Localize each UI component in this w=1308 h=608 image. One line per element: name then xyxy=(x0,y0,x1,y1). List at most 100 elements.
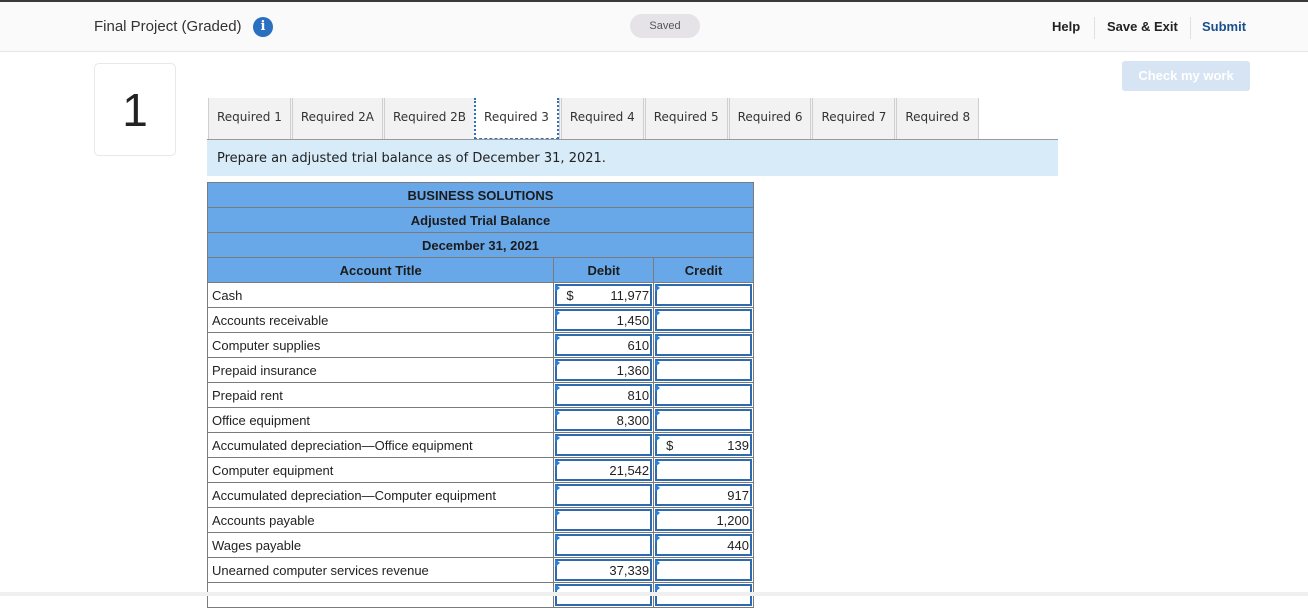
credit-input[interactable] xyxy=(655,309,752,331)
cell-marker-icon xyxy=(555,584,561,592)
debit-cell: 8,300 xyxy=(553,407,655,433)
table-row: Computer equipment 21,542 xyxy=(206,457,754,483)
account-title-cell[interactable]: Office equipment xyxy=(206,407,555,433)
requirement-tabs: Required 1 Required 2A Required 2B Required… xyxy=(208,98,980,139)
debit-input[interactable] xyxy=(555,434,653,456)
credit-input[interactable] xyxy=(655,334,752,356)
debit-value: 610 xyxy=(627,338,650,353)
tab-required-4[interactable]: Required 4 xyxy=(558,98,643,139)
credit-input[interactable] xyxy=(655,459,752,481)
credit-cell: 1,200 xyxy=(653,507,754,533)
table-row: Prepaid insurance 1,360 xyxy=(206,357,754,383)
company-name-row: BUSINESS SOLUTIONS xyxy=(207,182,754,208)
statement-name: Adjusted Trial Balance xyxy=(207,207,754,233)
save-exit-link[interactable]: Save & Exit xyxy=(1107,19,1178,34)
account-title-cell[interactable]: Accounts payable xyxy=(206,507,555,533)
account-title-cell[interactable]: Accumulated depreciation—Computer equipm… xyxy=(206,482,555,508)
debit-cell xyxy=(553,507,655,533)
credit-cell xyxy=(653,407,754,433)
cell-marker-icon xyxy=(655,384,661,392)
credit-value: 917 xyxy=(727,488,749,503)
cell-marker-icon xyxy=(555,484,561,492)
credit-header: Credit xyxy=(653,257,754,283)
table-row: Cash $11,977 xyxy=(206,282,754,308)
help-link[interactable]: Help xyxy=(1052,19,1080,34)
debit-cell xyxy=(553,482,655,508)
debit-cell: 37,339 xyxy=(553,557,655,583)
debit-input[interactable] xyxy=(555,534,653,556)
debit-value: 11,977 xyxy=(610,288,650,303)
credit-value: 1,200 xyxy=(716,513,749,528)
account-title-cell[interactable]: Computer supplies xyxy=(206,332,555,358)
account-title-header: Account Title xyxy=(206,257,555,283)
statement-name-row: Adjusted Trial Balance xyxy=(207,207,754,233)
account-title-cell[interactable]: Prepaid insurance xyxy=(206,357,555,383)
credit-currency-symbol: $ xyxy=(666,438,674,453)
credit-cell xyxy=(653,307,754,333)
credit-cell: 917 xyxy=(653,482,754,508)
debit-cell xyxy=(553,432,655,458)
debit-input[interactable] xyxy=(555,509,653,531)
cell-marker-icon xyxy=(655,534,661,542)
tab-required-2a[interactable]: Required 2A xyxy=(289,98,382,139)
cell-marker-icon xyxy=(555,359,561,367)
tab-required-6[interactable]: Required 6 xyxy=(726,98,811,139)
cell-marker-icon xyxy=(555,409,561,417)
debit-cell: 610 xyxy=(553,332,655,358)
table-row: Prepaid rent 810 xyxy=(206,382,754,408)
check-my-work-button[interactable]: Check my work xyxy=(1122,61,1250,91)
tab-required-8[interactable]: Required 8 xyxy=(894,98,980,139)
table-row: Office equipment 8,300 xyxy=(206,407,754,433)
cell-marker-icon xyxy=(655,284,661,292)
credit-cell: 440 xyxy=(653,532,754,558)
instructions-text: Prepare an adjusted trial balance as of … xyxy=(207,139,1058,176)
debit-cell: 1,450 xyxy=(553,307,655,333)
table-row: Accumulated depreciation—Computer equipm… xyxy=(206,482,754,508)
credit-input[interactable] xyxy=(655,284,752,306)
account-title-cell[interactable]: Wages payable xyxy=(206,532,555,558)
debit-cell: $11,977 xyxy=(553,282,655,308)
debit-cell xyxy=(553,532,655,558)
tab-required-7[interactable]: Required 7 xyxy=(810,98,895,139)
account-title-cell[interactable]: Cash xyxy=(206,282,555,308)
column-header-row: Account Title Debit Credit xyxy=(206,257,754,283)
table-row: Wages payable 440 xyxy=(206,532,754,558)
credit-value: 440 xyxy=(727,538,749,553)
debit-input[interactable] xyxy=(555,484,653,506)
tab-required-1[interactable]: Required 1 xyxy=(208,98,290,139)
table-row: Accounts payable 1,200 xyxy=(206,507,754,533)
cell-marker-icon xyxy=(555,434,561,442)
tab-required-5[interactable]: Required 5 xyxy=(642,98,727,139)
debit-value: 21,542 xyxy=(609,463,650,478)
credit-input[interactable] xyxy=(655,359,752,381)
question-number[interactable]: 1 xyxy=(94,63,176,156)
debit-value: 1,450 xyxy=(616,313,650,328)
debit-cell: 1,360 xyxy=(553,357,655,383)
debit-header: Debit xyxy=(553,257,655,283)
cell-marker-icon xyxy=(655,334,661,342)
tab-required-2b[interactable]: Required 2B xyxy=(381,98,475,139)
saved-status-badge: Saved xyxy=(630,14,700,38)
header-divider xyxy=(1094,17,1095,39)
account-title-cell[interactable]: Accounts receivable xyxy=(206,307,555,333)
credit-cell xyxy=(653,457,754,483)
account-title-cell[interactable]: Unearned computer services revenue xyxy=(206,557,555,583)
credit-input[interactable] xyxy=(655,384,752,406)
account-title-cell[interactable]: Accumulated depreciation—Office equipmen… xyxy=(206,432,555,458)
cell-marker-icon xyxy=(655,409,661,417)
cell-marker-icon xyxy=(555,509,561,517)
account-title-cell[interactable]: Computer equipment xyxy=(206,457,555,483)
info-icon[interactable]: i xyxy=(253,17,273,37)
table-row: Accounts receivable 1,450 xyxy=(206,307,754,333)
submit-link[interactable]: Submit xyxy=(1202,19,1246,34)
table-row: Unearned computer services revenue 37,339 xyxy=(206,557,754,583)
credit-input[interactable] xyxy=(655,559,752,581)
cell-marker-icon xyxy=(555,334,561,342)
credit-cell xyxy=(653,357,754,383)
cell-marker-icon xyxy=(555,559,561,567)
account-title-cell[interactable]: Prepaid rent xyxy=(206,382,555,408)
trial-balance-table: BUSINESS SOLUTIONS Adjusted Trial Balanc… xyxy=(206,182,754,608)
credit-input[interactable] xyxy=(655,409,752,431)
page-bottom-edge xyxy=(0,592,1308,596)
tab-required-3[interactable]: Required 3 xyxy=(474,98,559,139)
